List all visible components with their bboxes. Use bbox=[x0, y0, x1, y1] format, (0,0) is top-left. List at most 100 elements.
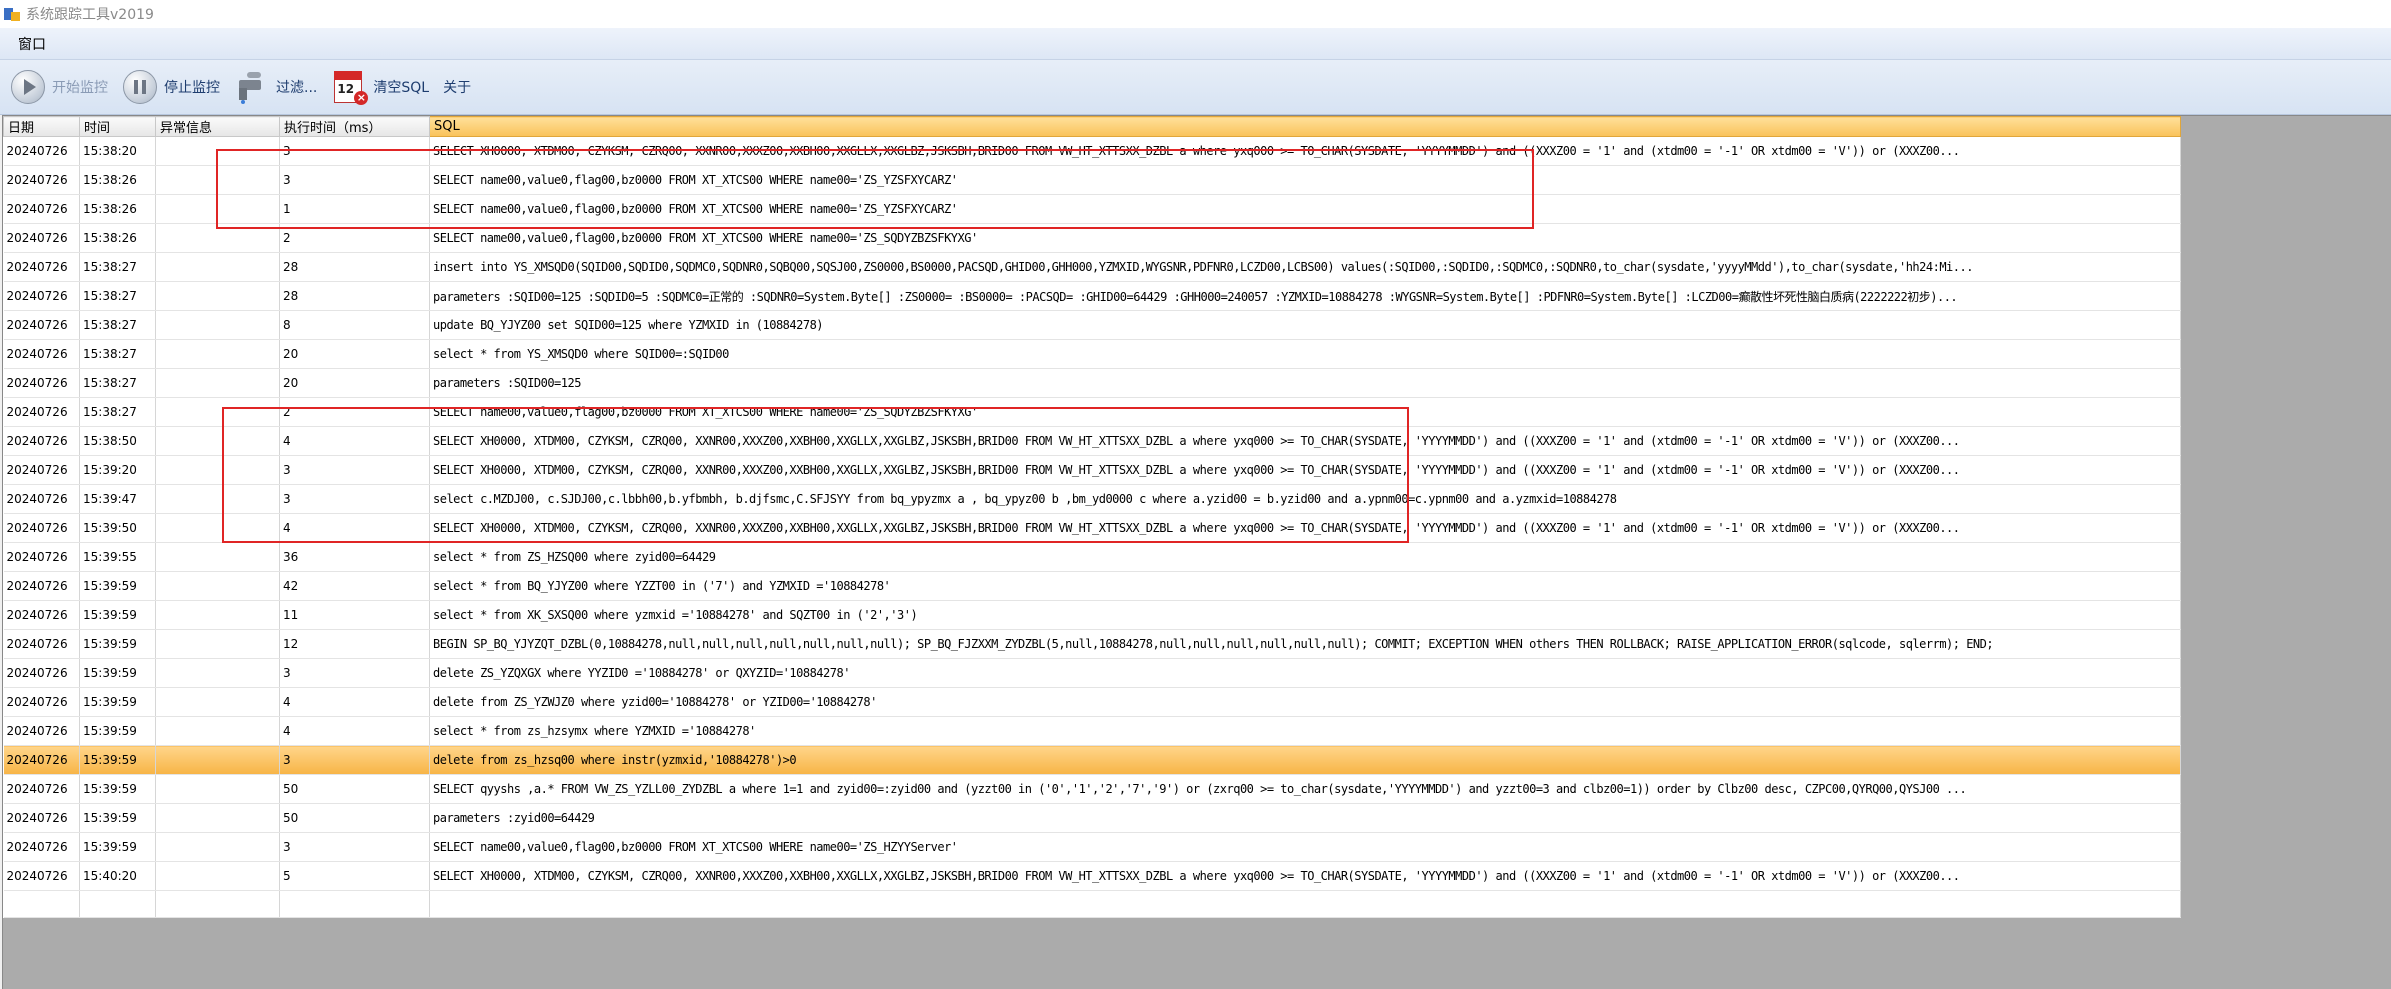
filter-button[interactable]: 过滤... bbox=[234, 65, 317, 109]
cell-time: 15:39:59 bbox=[79, 832, 156, 862]
table-row[interactable]: 20240726 15:40:20 5 SELECT XH0000, XTDM00, … bbox=[3, 861, 2181, 891]
cell-sql: SELECT qyyshs ,a.* FROM VW_ZS_YZLL00_ZYD… bbox=[429, 774, 2181, 804]
cell-sql: delete from ZS_YZWJZ0 where yzid00='1088… bbox=[429, 687, 2181, 717]
cell-sql: insert into YS_XMSQD0(SQID00,SQDID0,SQDM… bbox=[429, 252, 2181, 282]
cell-time: 15:38:27 bbox=[79, 310, 156, 340]
cell-date: 20240726 bbox=[3, 194, 80, 224]
table-row[interactable]: 20240726 15:39:20 3 SELECT XH0000, XTDM00, … bbox=[3, 455, 2181, 485]
cell-exec-time: 4 bbox=[279, 687, 430, 717]
cell-exec-time: 3 bbox=[279, 658, 430, 688]
table-row[interactable]: 20240726 15:38:27 2 SELECT name00,value0,fl… bbox=[3, 397, 2181, 427]
cell-time: 15:39:59 bbox=[79, 571, 156, 601]
cell-exec-time: 20 bbox=[279, 368, 430, 398]
cell-time: 15:39:59 bbox=[79, 803, 156, 833]
table-row[interactable]: 20240726 15:38:27 20 select * from YS_XMSQD… bbox=[3, 339, 2181, 369]
table-row[interactable]: 20240726 15:39:47 3 select c.MZDJ00, c.SJDJ… bbox=[3, 484, 2181, 514]
about-button[interactable]: 关于 bbox=[443, 65, 471, 109]
table-row[interactable]: 20240726 15:38:26 3 SELECT name00,value0,fl… bbox=[3, 165, 2181, 195]
cell-error bbox=[155, 571, 280, 601]
table-row[interactable]: 20240726 15:38:20 3 SELECT XH0000, XTDM00, … bbox=[3, 136, 2181, 166]
cell-date: 20240726 bbox=[3, 861, 80, 891]
cell-sql: SELECT name00,value0,flag00,bz0000 FROM … bbox=[429, 223, 2181, 253]
table-row[interactable]: 20240726 15:38:27 8 update BQ_YJYZ00 set SQ… bbox=[3, 310, 2181, 340]
column-header-error[interactable]: 异常信息 bbox=[155, 116, 280, 137]
cell-error bbox=[155, 542, 280, 572]
cell-error bbox=[155, 803, 280, 833]
table-row-empty[interactable] bbox=[3, 890, 2181, 918]
cell-time: 15:38:26 bbox=[79, 194, 156, 224]
sql-log-grid[interactable]: 日期 时间 异常信息 执行时间（ms） SQL 20240726 15:38:20… bbox=[2, 115, 2391, 989]
cell-exec-time: 3 bbox=[279, 455, 430, 485]
table-row[interactable]: 20240726 15:39:59 50 parameters :zyid00=644… bbox=[3, 803, 2181, 833]
cell-date: 20240726 bbox=[3, 716, 80, 746]
cell-date: 20240726 bbox=[3, 426, 80, 456]
table-row[interactable]: 20240726 15:38:50 4 SELECT XH0000, XTDM00, … bbox=[3, 426, 2181, 456]
table-row[interactable]: 20240726 15:39:59 3 delete ZS_YZQXGX where … bbox=[3, 658, 2181, 688]
column-header-exec-time[interactable]: 执行时间（ms） bbox=[279, 116, 430, 137]
table-row[interactable]: 20240726 15:39:59 50 SELECT qyyshs ,a.* FRO… bbox=[3, 774, 2181, 804]
column-header-sql[interactable]: SQL bbox=[429, 116, 2181, 137]
table-row[interactable]: 20240726 15:39:59 4 select * from zs_hzsymx… bbox=[3, 716, 2181, 746]
table-row-selected[interactable]: 20240726 15:39:59 3 delete from zs_hzsq00 w… bbox=[3, 745, 2181, 775]
table-row[interactable]: 20240726 15:39:55 36 select * from ZS_HZSQ0… bbox=[3, 542, 2181, 572]
cell-date: 20240726 bbox=[3, 339, 80, 369]
cell-error bbox=[155, 890, 280, 918]
cell-time: 15:38:27 bbox=[79, 281, 156, 311]
cell-sql: select c.MZDJ00, c.SJDJ00,c.lbbh00,b.yfb… bbox=[429, 484, 2181, 514]
cell-exec-time: 2 bbox=[279, 397, 430, 427]
cell-date: 20240726 bbox=[3, 658, 80, 688]
table-row[interactable]: 20240726 15:39:59 11 select * from XK_SXSQ… bbox=[3, 600, 2181, 630]
column-header-time[interactable]: 时间 bbox=[79, 116, 156, 137]
calendar-clear-icon: 12 × bbox=[331, 69, 369, 105]
table-row[interactable]: 20240726 15:39:59 12 BEGIN SP_BQ_YJYZQT_DZB… bbox=[3, 629, 2181, 659]
cell-date: 20240726 bbox=[3, 745, 80, 775]
cell-error bbox=[155, 774, 280, 804]
clear-sql-button[interactable]: 12 × 清空SQL bbox=[331, 65, 429, 109]
table-row[interactable]: 20240726 15:38:26 1 SELECT name00,value0,fl… bbox=[3, 194, 2181, 224]
cell-sql: select * from BQ_YJYZ00 where YZZT00 in … bbox=[429, 571, 2181, 601]
cell-error bbox=[155, 600, 280, 630]
play-icon bbox=[11, 70, 45, 104]
column-header-date[interactable]: 日期 bbox=[3, 116, 80, 137]
cell-sql: SELECT XH0000, XTDM00, CZYKSM, CZRQ00, X… bbox=[429, 136, 2181, 166]
cell-exec-time: 12 bbox=[279, 629, 430, 659]
cell-date: 20240726 bbox=[3, 513, 80, 543]
table-row[interactable]: 20240726 15:39:59 3 SELECT name00,value0,fl… bbox=[3, 832, 2181, 862]
cell-time: 15:39:59 bbox=[79, 600, 156, 630]
cell-date: 20240726 bbox=[3, 832, 80, 862]
toolbar: 开始监控 停止监控 过滤... 12 × 清空SQL 关于 bbox=[0, 60, 2391, 115]
cell-time bbox=[79, 890, 156, 918]
cell-date: 20240726 bbox=[3, 368, 80, 398]
table-row[interactable]: 20240726 15:38:27 28 parameters :SQID00=125… bbox=[3, 281, 2181, 311]
clear-sql-label: 清空SQL bbox=[373, 80, 430, 96]
cell-time: 15:38:27 bbox=[79, 397, 156, 427]
cell-sql bbox=[429, 890, 2181, 918]
cell-error bbox=[155, 455, 280, 485]
cell-date: 20240726 bbox=[3, 397, 80, 427]
cell-time: 15:39:20 bbox=[79, 455, 156, 485]
menu-window[interactable]: 窗口 bbox=[10, 32, 54, 56]
table-row[interactable]: 20240726 15:38:27 20 parameters :SQID00=125 bbox=[3, 368, 2181, 398]
app-icon bbox=[4, 6, 20, 22]
pause-icon bbox=[123, 70, 157, 104]
menu-bar: 窗口 bbox=[0, 28, 2391, 60]
sql-log-table: 日期 时间 异常信息 执行时间（ms） SQL 20240726 15:38:20… bbox=[3, 116, 2181, 918]
cell-exec-time: 20 bbox=[279, 339, 430, 369]
table-row[interactable]: 20240726 15:39:50 4 SELECT XH0000, XTDM00, … bbox=[3, 513, 2181, 543]
table-row[interactable]: 20240726 15:39:59 4 delete from ZS_YZWJZ0 w… bbox=[3, 687, 2181, 717]
cell-sql: BEGIN SP_BQ_YJYZQT_DZBL(0,10884278,null,… bbox=[429, 629, 2181, 659]
start-monitor-button[interactable]: 开始监控 bbox=[10, 65, 108, 109]
cell-exec-time: 28 bbox=[279, 281, 430, 311]
table-row[interactable]: 20240726 15:39:59 42 select * from BQ_YJYZ0… bbox=[3, 571, 2181, 601]
cell-sql: select * from YS_XMSQD0 where SQID00=:SQ… bbox=[429, 339, 2181, 369]
cell-date: 20240726 bbox=[3, 455, 80, 485]
cell-date: 20240726 bbox=[3, 542, 80, 572]
table-row[interactable]: 20240726 15:38:26 2 SELECT name00,value0,fl… bbox=[3, 223, 2181, 253]
cell-sql: parameters :SQID00=125 bbox=[429, 368, 2181, 398]
cell-time: 15:38:26 bbox=[79, 223, 156, 253]
table-row[interactable]: 20240726 15:38:27 28 insert into YS_XMSQD0(… bbox=[3, 252, 2181, 282]
cell-exec-time: 3 bbox=[279, 745, 430, 775]
stop-monitor-button[interactable]: 停止监控 bbox=[122, 65, 220, 109]
about-label: 关于 bbox=[443, 80, 472, 96]
cell-exec-time: 28 bbox=[279, 252, 430, 282]
